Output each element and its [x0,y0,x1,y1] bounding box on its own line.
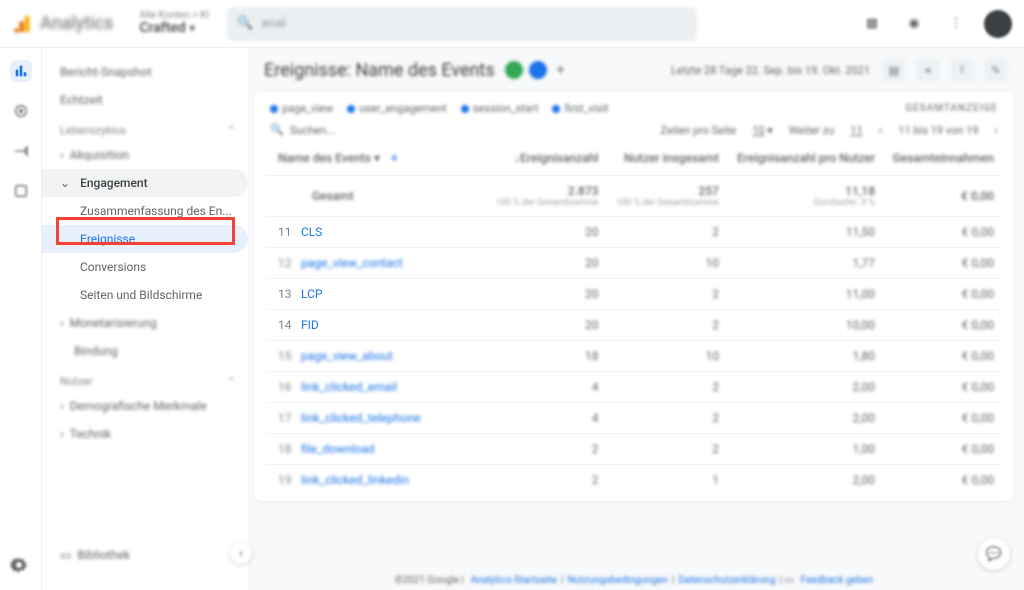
report-title: Ereignisse: Name des Events [264,60,495,81]
sidebar-sub-pages[interactable]: Seiten und Bildschirme [42,281,248,309]
apps-icon[interactable]: ▦ [858,10,886,38]
compare-label: GESAMTANZEIGE [905,103,998,114]
event-name-link[interactable]: link_clicked_telephone [301,411,421,425]
sidebar-item-acquisition[interactable]: ›Akquisition [42,141,248,169]
customise-icon[interactable]: ▤ [882,58,906,82]
share-icon[interactable]: ⪪ [916,58,940,82]
page-prev-icon[interactable]: ‹ [879,123,883,137]
table-row[interactable]: 11 CLS20211,50€ 0,00 [266,217,1002,248]
event-name-link[interactable]: FID [301,318,319,332]
main-content: Ereignisse: Name des Events + Letzte 28 … [248,48,1024,590]
sidebar-item-snapshot[interactable]: Bericht-Snapshot [42,58,248,86]
page-next-icon[interactable]: › [994,123,998,137]
table-search-input[interactable]: Suchen... [290,124,335,137]
event-name-link[interactable]: CLS [301,225,322,239]
settings-gear-icon[interactable] [10,556,28,578]
events-table: Name des Events ▾ + ↓Ereignisanzahl Nutz… [266,145,1002,495]
sidebar-item-engagement[interactable]: ⌄Engagement [42,169,248,197]
report-sidebar: Bericht-Snapshot Echtzeit Lebenszyklus ⌃… [42,48,248,590]
rows-per-page-select[interactable]: 10 ▾ [752,124,773,137]
table-row[interactable]: 17 link_clicked_telephone422,00€ 0,00 [266,403,1002,434]
event-name-link[interactable]: page_view_contact [301,256,403,270]
table-search-icon[interactable]: 🔍 [270,123,284,137]
search-icon: 🔍 [237,16,253,31]
help-fab-icon[interactable]: 💬 [978,538,1010,570]
property-picker[interactable]: Alle Konten > KI Crafted ▾ [139,10,209,36]
table-row[interactable]: 15 page_view_about18101,80€ 0,00 [266,341,1002,372]
add-segment-icon[interactable]: + [557,62,565,78]
sidebar-item-retention[interactable]: Bindung [42,337,248,365]
report-header: Ereignisse: Name des Events + Letzte 28 … [248,48,1024,92]
sidebar-item-technology[interactable]: ›Technik [42,420,248,448]
global-search[interactable]: 🔍 anal [227,7,697,41]
sidebar-section-user: Nutzer ⌃ [42,365,248,392]
ga-logo-icon [12,13,34,35]
event-name-link[interactable]: file_download [301,442,375,456]
sidebar-sub-summary[interactable]: Zusammenfassung des En... [42,197,248,225]
table-row[interactable]: 13 LCP20211,00€ 0,00 [266,279,1002,310]
more-icon[interactable]: ⋮ [942,10,970,38]
chart-legend: page_view user_engagement session_start … [266,100,1002,121]
table-row[interactable]: 14 FID20210,00€ 0,00 [266,310,1002,341]
event-name-link[interactable]: link_clicked_linkedin [301,473,409,487]
insights-icon[interactable]: ⟟ [950,58,974,82]
segment-chip[interactable]: + [505,61,565,79]
sidebar-sub-conversions[interactable]: Conversions [42,253,248,281]
user-avatar[interactable] [984,10,1012,38]
left-rail [0,48,42,590]
search-input[interactable]: anal [261,16,285,31]
table-row[interactable]: 18 file_download221,00€ 0,00 [266,434,1002,465]
event-name-link[interactable]: LCP [301,287,322,301]
sidebar-section-lifecycle: Lebenszyklus ⌃ [42,114,248,141]
library-icon: ▭ [60,548,71,562]
goto-row-input[interactable]: 11 [850,124,862,137]
nav-advertise-icon[interactable] [10,140,32,162]
page-footer: ©2021 Google | Analytics-Startseite|Nutz… [248,575,1024,586]
nav-explore-icon[interactable] [10,100,32,122]
sidebar-library[interactable]: ▭Bibliothek [60,548,130,562]
help-icon[interactable]: ◉ [900,10,928,38]
nav-reports-icon[interactable] [10,60,32,82]
sidebar-item-demographic[interactable]: ›Demografische Merkmale [42,392,248,420]
event-name-link[interactable]: link_clicked_email [301,380,397,394]
table-row[interactable]: 19 link_clicked_linkedin212,00€ 0,00 [266,465,1002,496]
date-range[interactable]: Letzte 28 Tage 22. Sep. bis 19. Okt. 202… [671,64,870,77]
table-row[interactable]: 16 link_clicked_email422,00€ 0,00 [266,372,1002,403]
table-row[interactable]: 12 page_view_contact20101,77€ 0,00 [266,248,1002,279]
report-card: page_view user_engagement session_start … [254,92,1014,501]
top-bar: Analytics Alle Konten > KI Crafted ▾ 🔍 a… [0,0,1024,48]
sidebar-item-monetization[interactable]: ›Monetarisierung [42,309,248,337]
sidebar-sub-events[interactable]: Ereignisse [42,225,248,253]
sidebar-item-realtime[interactable]: Echtzeit [42,86,248,114]
brand-label: Analytics [40,13,113,34]
table-controls: 🔍 Suchen... Zeilen pro Seite 10 ▾ Weiter… [266,121,1002,145]
event-name-link[interactable]: page_view_about [301,349,393,363]
edit-icon[interactable]: ✎ [984,58,1008,82]
nav-config-icon[interactable] [10,180,32,202]
collapse-sidebar-icon[interactable]: ‹ [230,542,252,564]
page-range: 11 bis 19 von 19 [898,124,978,137]
